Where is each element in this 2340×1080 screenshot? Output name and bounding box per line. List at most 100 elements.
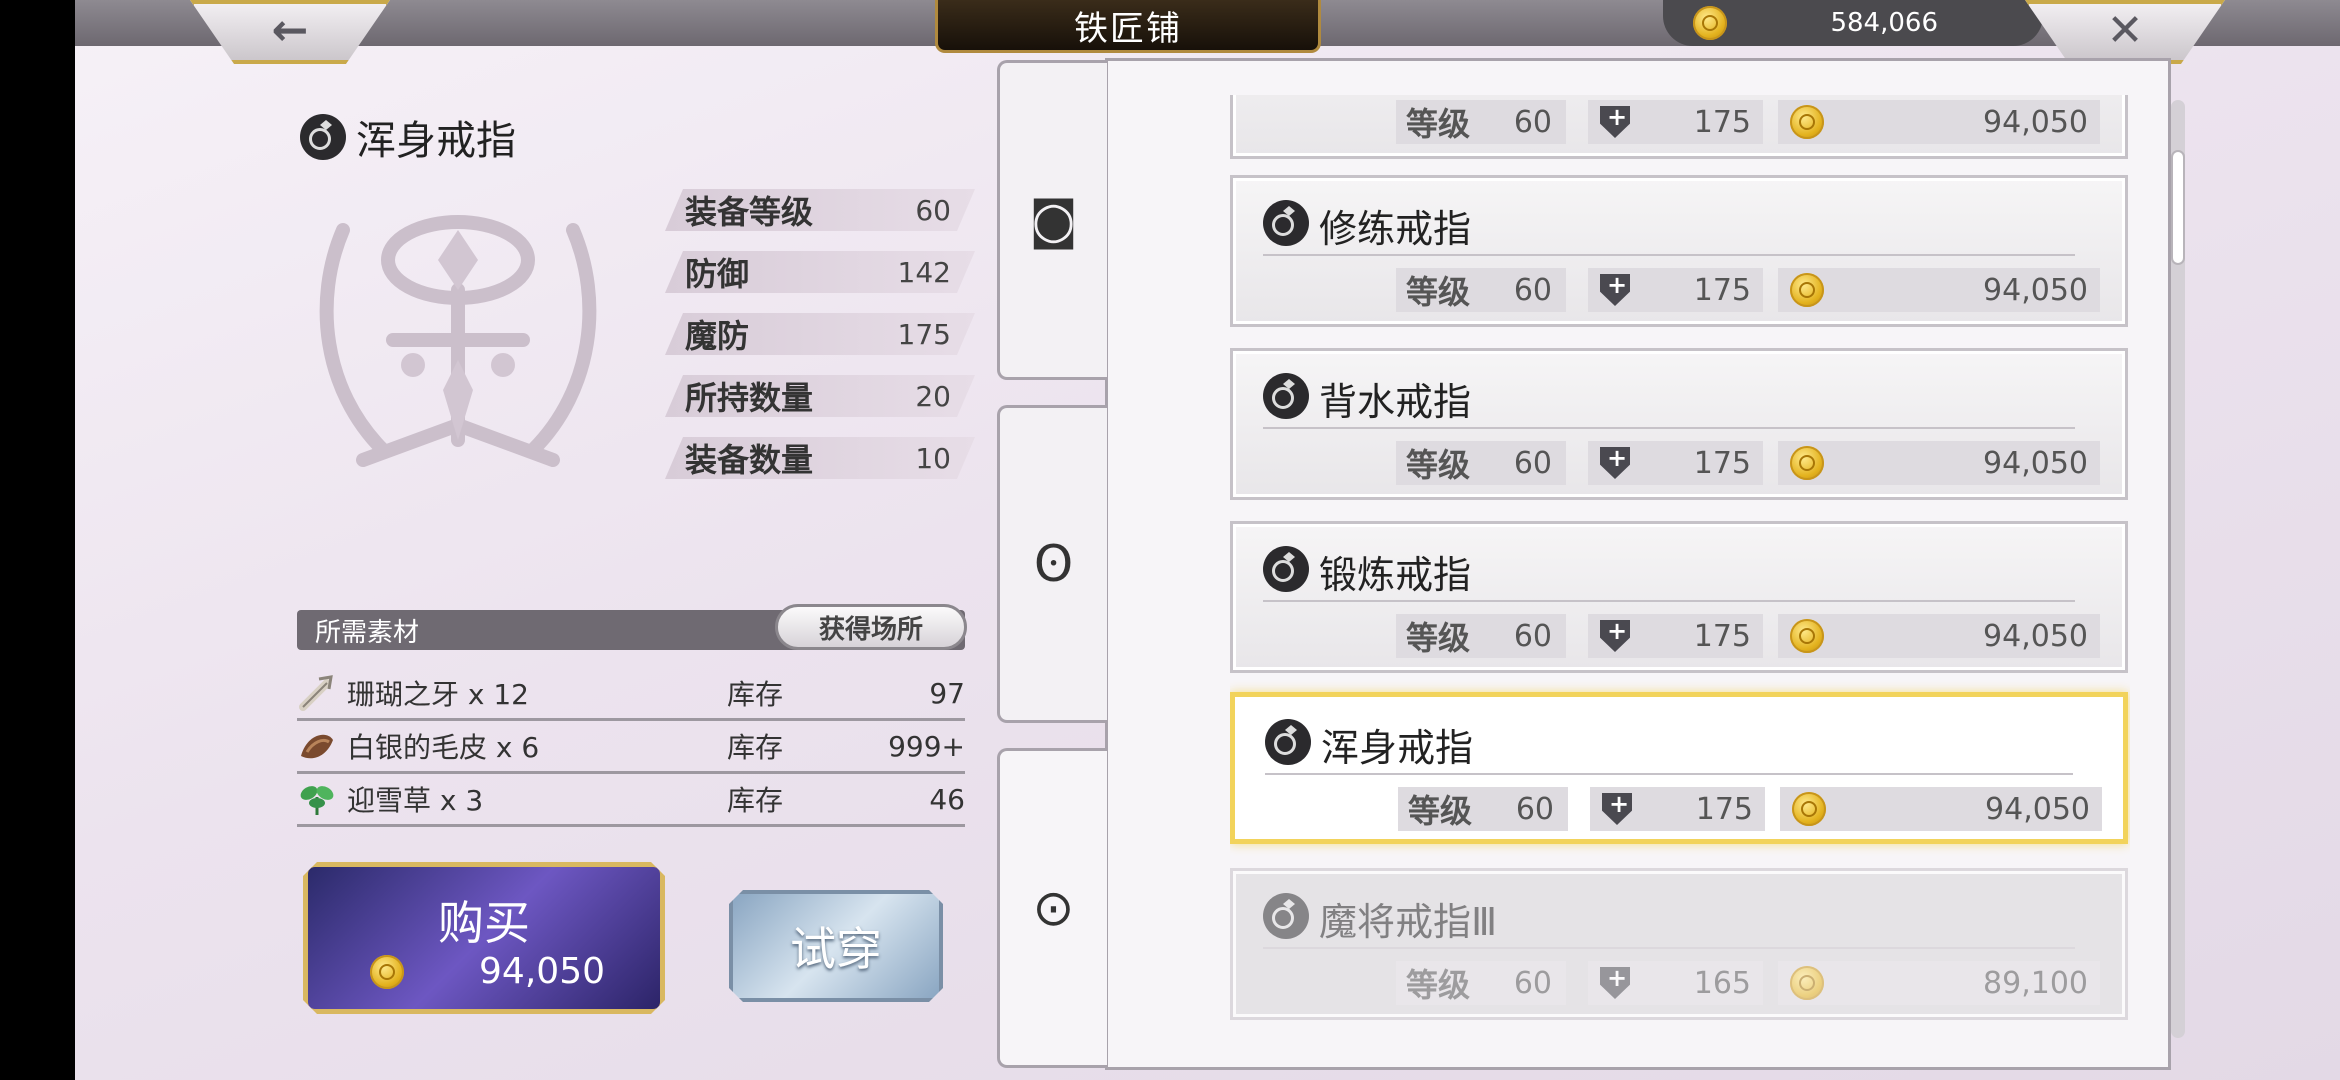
price-value: 94,050 [1983,618,2088,654]
stock-label: 库存 [727,678,784,711]
list-item[interactable]: 锻炼戒指 等级 60 175 94,050 [1230,521,2128,673]
tab-ring[interactable]: ⊙ [997,748,1107,1068]
buy-button[interactable]: 购买 94,050 [303,862,665,1014]
defense-value: 175 [1695,791,1753,827]
ring-icon [1263,546,1309,592]
defense-value: 175 [1693,445,1751,481]
coin-icon [1693,6,1727,40]
list-item-locked[interactable]: 魔将戒指Ⅲ 等级 60 165 89,100 [1230,868,2128,1020]
item-list[interactable]: 等级 60 175 94,050 修练戒指 等级 60 175 [1230,95,2130,1045]
item-name: 魔将戒指Ⅲ [1319,900,1498,944]
ring-icon [300,114,346,160]
defense-value: 175 [1693,272,1751,308]
material-name: 白银的毛皮 x 6 [347,731,540,764]
buy-price: 94,050 [479,951,605,992]
shield-icon [1600,106,1630,138]
level-label: 等级 [1406,105,1471,143]
level-value: 60 [1513,618,1552,654]
buy-label: 购买 [438,896,530,950]
stat-label: 装备数量 [685,441,814,479]
divider [1263,254,2075,256]
price-box: 94,050 [1778,100,2100,144]
coin-icon [1790,446,1824,480]
price-value: 94,050 [1983,445,2088,481]
coin-icon [1790,966,1824,1000]
defense-box: 175 [1588,100,1763,144]
defense-box: 175 [1588,614,1763,658]
price-value: 94,050 [1983,104,2088,140]
item-name: 浑身戒指 [1321,726,1474,770]
defense-box: 175 [1588,268,1763,312]
stock-count: 97 [929,676,965,710]
level-value: 60 [1515,791,1554,827]
shield-icon [1600,620,1630,652]
defense-value: 175 [1693,618,1751,654]
stat-value: 175 [897,317,951,351]
list-item-selected[interactable]: 浑身戒指 等级 60 175 94,050 [1230,692,2128,844]
list-item[interactable]: 等级 60 175 94,050 [1230,95,2128,159]
item-name: 浑身戒指 [356,118,516,164]
coin-icon [1790,619,1824,653]
stat-value: 142 [897,255,951,289]
price-box: 94,050 [1780,787,2102,831]
defense-box: 175 [1590,787,1765,831]
stock-count: 46 [929,782,965,816]
coin-icon [1790,273,1824,307]
price-value: 94,050 [1983,272,2088,308]
stat-row-magic-defense: 魔防 175 [665,313,975,355]
divider [1263,600,2075,602]
shield-icon [1600,447,1630,479]
shield-icon [1602,793,1632,825]
defense-box: 175 [1588,441,1763,485]
bracer-icon: ◙ [1029,191,1078,249]
currency-display: 584,066 [1663,0,2043,46]
defense-value: 165 [1693,965,1751,1001]
try-on-button[interactable]: 试穿 [729,890,943,1002]
ring-icon [1263,893,1309,939]
shop-screen: ← 铁匠铺 584,066 ✕ 浑身戒指 装备等级 60 防御 142 魔防 1… [75,0,2340,1080]
currency-amount: 584,066 [1830,8,1938,38]
ring-icon: ⊙ [1032,879,1075,937]
level-value: 60 [1513,272,1552,308]
level-value: 60 [1513,965,1552,1001]
price-box: 94,050 [1778,268,2100,312]
stat-row-equipped-count: 装备数量 10 [665,437,975,479]
divider [1263,427,2075,429]
defense-value: 175 [1693,104,1751,140]
level-label: 等级 [1406,966,1471,1004]
tab-necklace[interactable]: ʘ [997,405,1107,723]
ring-icon [1263,373,1309,419]
shield-icon [1600,967,1630,999]
shield-icon [1600,274,1630,306]
level-box: 等级 60 [1396,961,1566,1005]
back-button[interactable]: ← [190,0,390,64]
herb-icon [300,786,334,815]
material-row: 珊瑚之牙 x 12 库存 97 [297,668,965,721]
price-box: 89,100 [1778,961,2100,1005]
item-name: 锻炼戒指 [1319,553,1472,597]
obtain-location-button[interactable]: 获得场所 [775,604,967,650]
page-title: 铁匠铺 [1074,8,1182,49]
list-item[interactable]: 背水戒指 等级 60 175 94,050 [1230,348,2128,500]
price-box: 94,050 [1778,441,2100,485]
stat-row-equip-level: 装备等级 60 [665,189,975,231]
coin-icon [1790,105,1824,139]
item-name: 修练戒指 [1319,207,1472,251]
level-box: 等级 60 [1398,787,1568,831]
level-box: 等级 60 [1396,268,1566,312]
close-button[interactable]: ✕ [2025,0,2225,64]
tab-bracer[interactable]: ◙ [997,60,1107,380]
ring-icon [1265,719,1311,765]
level-box: 等级 60 [1396,614,1566,658]
level-value: 60 [1513,104,1552,140]
stat-row-owned-count: 所持数量 20 [665,375,975,417]
stock-label: 库存 [727,784,784,817]
scrollbar-thumb[interactable] [2171,150,2185,265]
price-box: 94,050 [1778,614,2100,658]
material-name: 珊瑚之牙 x 12 [347,678,530,711]
divider [1263,947,2075,949]
close-icon: ✕ [2106,4,2144,56]
level-label: 等级 [1406,619,1471,657]
bone-icon [299,675,333,711]
list-item[interactable]: 修练戒指 等级 60 175 94,050 [1230,175,2128,327]
